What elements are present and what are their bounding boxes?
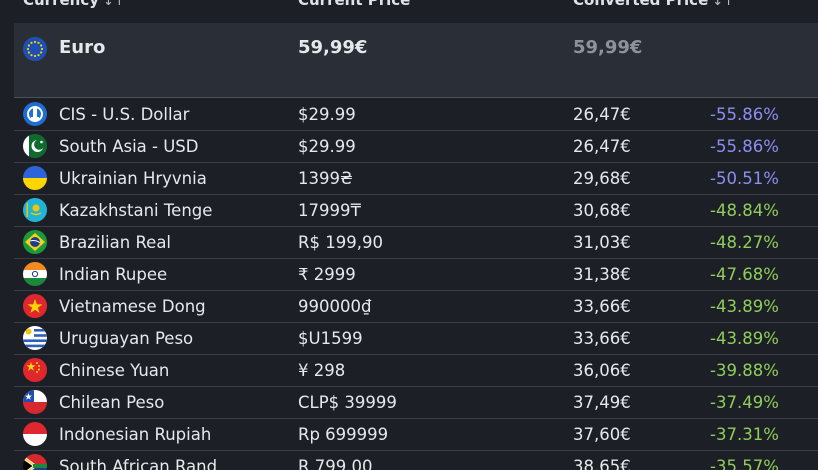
currency-name: Brazilian Real [59, 233, 172, 252]
cis-flag-icon [23, 102, 47, 126]
eu-flag-icon [23, 37, 47, 61]
table-row[interactable]: Indian Rupee ₹ 2999 31,38€ -47.68% [14, 259, 818, 291]
column-header-converted-price[interactable]: Converted Price ↓↑ [573, 0, 734, 9]
current-price: 17999₸ [298, 201, 361, 220]
converted-price: 38,65€ [573, 457, 631, 470]
price-change: -47.68% [710, 265, 779, 284]
current-price: R 799.00 [298, 457, 373, 470]
price-change: -48.27% [710, 233, 779, 252]
currency-name: Chilean Peso [59, 393, 165, 412]
indonesia-flag-icon [23, 422, 47, 446]
currency-name: Ukrainian Hryvnia [59, 169, 207, 188]
table-header: Currency ↓↑ Current Price Converted Price… [0, 0, 818, 13]
current-price: Rp 699999 [298, 425, 389, 444]
price-change: -48.84% [710, 201, 779, 220]
current-price: $U1599 [298, 329, 363, 348]
table-row[interactable]: South Asia - USD $29.99 26,47€ -55.86% [14, 131, 818, 163]
table-row[interactable]: Vietnamese Dong 990000₫ 33,66€ -43.89% [14, 291, 818, 323]
brazil-flag-icon [23, 230, 47, 254]
price-change: -43.89% [710, 297, 779, 316]
kazakhstan-flag-icon [23, 198, 47, 222]
table-row[interactable]: CIS - U.S. Dollar $29.99 26,47€ -55.86% [14, 99, 818, 131]
converted-price: 31,03€ [573, 233, 631, 252]
price-change: -55.86% [710, 137, 779, 156]
currency-name: Chinese Yuan [59, 361, 170, 380]
current-price: 59,99€ [298, 37, 368, 58]
current-price: ¥ 298 [298, 361, 346, 380]
converted-price: 30,68€ [573, 201, 631, 220]
table-row[interactable]: Kazakhstani Tenge 17999₸ 30,68€ -48.84% [14, 195, 818, 227]
currency-name: Kazakhstani Tenge [59, 201, 213, 220]
uruguay-flag-icon [23, 326, 47, 350]
table-row[interactable]: Chinese Yuan ¥ 298 36,06€ -39.88% [14, 355, 818, 387]
pakistan-flag-icon [23, 134, 47, 158]
table-row[interactable]: South African Rand R 799.00 38,65€ -35.5… [14, 451, 818, 470]
sort-icon: ↓↑ [712, 0, 735, 9]
price-table: Currency ↓↑ Current Price Converted Price… [0, 0, 818, 470]
table-row[interactable]: Uruguayan Peso $U1599 33,66€ -43.89% [14, 323, 818, 355]
currency-name: Vietnamese Dong [59, 297, 206, 316]
current-price: 990000₫ [298, 297, 372, 316]
current-price: $29.99 [298, 105, 356, 124]
converted-price: 36,06€ [573, 361, 631, 380]
south-africa-flag-icon [23, 454, 47, 470]
currency-name: Indonesian Rupiah [59, 425, 212, 444]
price-change: -43.89% [710, 329, 779, 348]
india-flag-icon [23, 262, 47, 286]
table-row[interactable]: Ukrainian Hryvnia 1399₴ 29,68€ -50.51% [14, 163, 818, 195]
table-row[interactable]: Chilean Peso CLP$ 39999 37,49€ -37.49% [14, 387, 818, 419]
converted-price: 37,49€ [573, 393, 631, 412]
price-change: -39.88% [710, 361, 779, 380]
current-price: ₹ 2999 [298, 265, 356, 284]
table-row[interactable]: Indonesian Rupiah Rp 699999 37,60€ -37.3… [14, 419, 818, 451]
current-price: CLP$ 39999 [298, 393, 397, 412]
currency-name: Uruguayan Peso [59, 329, 194, 348]
converted-price: 33,66€ [573, 329, 631, 348]
table-row[interactable]: Brazilian Real R$ 199,90 31,03€ -48.27% [14, 227, 818, 259]
current-price: 1399₴ [298, 169, 353, 188]
converted-price: 37,60€ [573, 425, 631, 444]
converted-price: 26,47€ [573, 105, 631, 124]
converted-price: 59,99€ [573, 37, 643, 58]
column-header-current-price[interactable]: Current Price [298, 0, 410, 9]
price-change: -37.31% [710, 425, 779, 444]
base-currency-row: Euro 59,99€ 59,99€ [14, 23, 818, 98]
price-change: -37.49% [710, 393, 779, 412]
vietnam-flag-icon [23, 294, 47, 318]
chile-flag-icon [23, 390, 47, 414]
china-flag-icon [23, 358, 47, 382]
currency-name: Indian Rupee [59, 265, 168, 284]
price-change: -55.86% [710, 105, 779, 124]
currency-name: South African Rand [59, 457, 218, 470]
column-header-currency[interactable]: Currency ↓↑ [23, 0, 125, 9]
converted-price: 29,68€ [573, 169, 631, 188]
price-change: -50.51% [710, 169, 779, 188]
sort-icon: ↓↑ [103, 0, 125, 9]
price-change: -35.57% [710, 457, 779, 470]
currency-rows: CIS - U.S. Dollar $29.99 26,47€ -55.86% … [14, 99, 818, 470]
current-price: $29.99 [298, 137, 356, 156]
ukraine-flag-icon [23, 166, 47, 190]
converted-price: 31,38€ [573, 265, 631, 284]
currency-name: South Asia - USD [59, 137, 199, 156]
converted-price: 26,47€ [573, 137, 631, 156]
currency-name: CIS - U.S. Dollar [59, 105, 190, 124]
currency-name: Euro [59, 37, 106, 58]
current-price: R$ 199,90 [298, 233, 383, 252]
converted-price: 33,66€ [573, 297, 631, 316]
